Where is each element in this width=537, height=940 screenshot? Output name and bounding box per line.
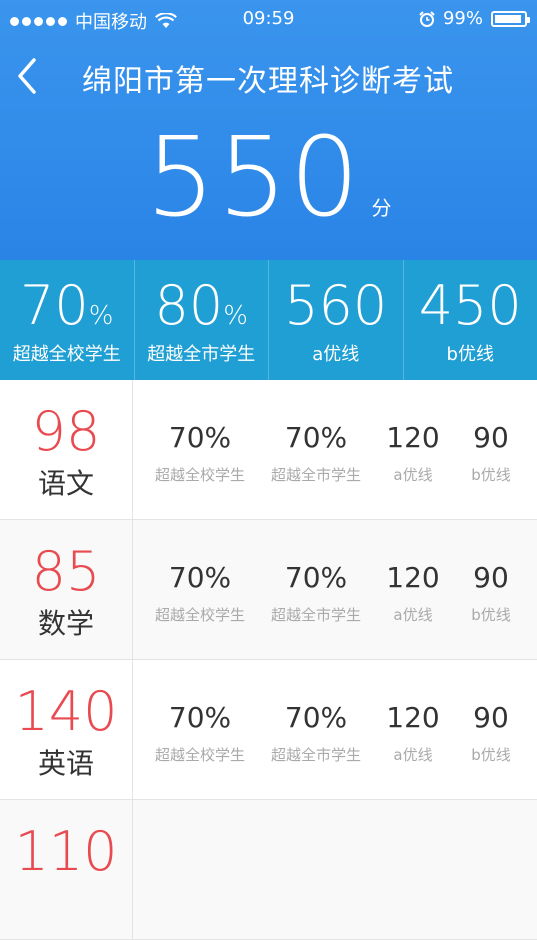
summary-label: b优线: [404, 340, 537, 366]
stat-value: 90: [460, 700, 522, 736]
summary-bar: 70% 超越全校学生 80% 超越全市学生 560 a优线 450 b优线: [0, 260, 537, 380]
stat-value: 90: [460, 560, 522, 596]
stat-label: 超越全校学生: [150, 604, 250, 625]
summary-label: 超越全校学生: [0, 340, 134, 366]
b-line-stat: 90 b优线: [460, 420, 522, 485]
subject-row-english[interactable]: 140 英语 70% 超越全校学生 70% 超越全市学生 120 a优线 90 b优线: [0, 660, 537, 800]
subject-score-cell: 98 语文: [0, 380, 133, 519]
stat-label: b优线: [460, 744, 522, 765]
stat-value: 70%: [266, 420, 366, 456]
subject-name: 数学: [0, 602, 132, 642]
a-line-stat: 120 a优线: [380, 420, 446, 485]
a-line-stat: 120 a优线: [380, 700, 446, 765]
stat-value: 120: [380, 560, 446, 596]
summary-value: 70: [20, 274, 89, 337]
stat-value: 70%: [266, 560, 366, 596]
stat-label: 超越全校学生: [150, 464, 250, 485]
header-banner: 中国移动 09:59 99% 绵阳市第一次理科诊断考试 550分: [0, 0, 537, 260]
subject-row-partial[interactable]: 110: [0, 800, 537, 940]
stat-label: 超越全市学生: [266, 604, 366, 625]
summary-b-line: 450 b优线: [403, 260, 537, 380]
stat-value: 70%: [266, 700, 366, 736]
city-rank-stat: 70% 超越全市学生: [266, 560, 366, 625]
subject-row-chinese[interactable]: 98 语文 70% 超越全校学生 70% 超越全市学生 120 a优线 90 b优线: [0, 380, 537, 520]
summary-label: a优线: [269, 340, 403, 366]
summary-value: 560: [284, 274, 387, 337]
subject-score: 98: [0, 402, 132, 462]
page-title: 绵阳市第一次理科诊断考试: [82, 56, 454, 100]
total-score-value: 550: [146, 113, 362, 241]
stat-value: 120: [380, 420, 446, 456]
stat-label: a优线: [380, 464, 446, 485]
subject-score-cell: 140 英语: [0, 660, 133, 799]
summary-value: 80: [155, 274, 224, 337]
stat-value: 90: [460, 420, 522, 456]
summary-school-rank: 70% 超越全校学生: [0, 260, 134, 380]
city-rank-stat: 70% 超越全市学生: [266, 700, 366, 765]
summary-city-rank: 80% 超越全市学生: [134, 260, 269, 380]
alarm-icon: [419, 11, 435, 27]
battery-icon: [491, 11, 527, 27]
stat-label: a优线: [380, 604, 446, 625]
stat-value: 70%: [150, 700, 250, 736]
back-arrow-icon[interactable]: [12, 56, 44, 96]
battery-percent: 99%: [443, 8, 483, 29]
summary-label: 超越全市学生: [135, 340, 269, 366]
subject-list: 98 语文 70% 超越全校学生 70% 超越全市学生 120 a优线 90 b优线 8…: [0, 380, 537, 940]
b-line-stat: 90 b优线: [460, 560, 522, 625]
subject-score: 110: [0, 822, 132, 882]
subject-name: 语文: [0, 462, 132, 502]
stat-value: 70%: [150, 560, 250, 596]
stat-label: a优线: [380, 744, 446, 765]
subject-score: 140: [0, 682, 132, 742]
stat-label: 超越全校学生: [150, 744, 250, 765]
b-line-stat: 90 b优线: [460, 700, 522, 765]
nav-bar: 绵阳市第一次理科诊断考试: [0, 48, 537, 108]
school-rank-stat: 70% 超越全校学生: [150, 420, 250, 485]
summary-value: 450: [419, 274, 522, 337]
stat-value: 70%: [150, 420, 250, 456]
stat-label: b优线: [460, 604, 522, 625]
subject-row-math[interactable]: 85 数学 70% 超越全校学生 70% 超越全市学生 120 a优线 90 b优线: [0, 520, 537, 660]
subject-name: 英语: [0, 742, 132, 782]
stat-label: 超越全市学生: [266, 744, 366, 765]
summary-a-line: 560 a优线: [268, 260, 403, 380]
subject-score: 85: [0, 542, 132, 602]
school-rank-stat: 70% 超越全校学生: [150, 700, 250, 765]
total-score: 550分: [0, 122, 537, 232]
stat-label: 超越全市学生: [266, 464, 366, 485]
stat-label: b优线: [460, 464, 522, 485]
stat-value: 120: [380, 700, 446, 736]
a-line-stat: 120 a优线: [380, 560, 446, 625]
summary-suffix: %: [223, 301, 248, 331]
total-score-unit: 分: [371, 196, 391, 220]
subject-score-cell: 110: [0, 800, 133, 939]
subject-score-cell: 85 数学: [0, 520, 133, 659]
status-bar: 中国移动 09:59 99%: [0, 0, 537, 38]
city-rank-stat: 70% 超越全市学生: [266, 420, 366, 485]
school-rank-stat: 70% 超越全校学生: [150, 560, 250, 625]
summary-suffix: %: [89, 301, 114, 331]
